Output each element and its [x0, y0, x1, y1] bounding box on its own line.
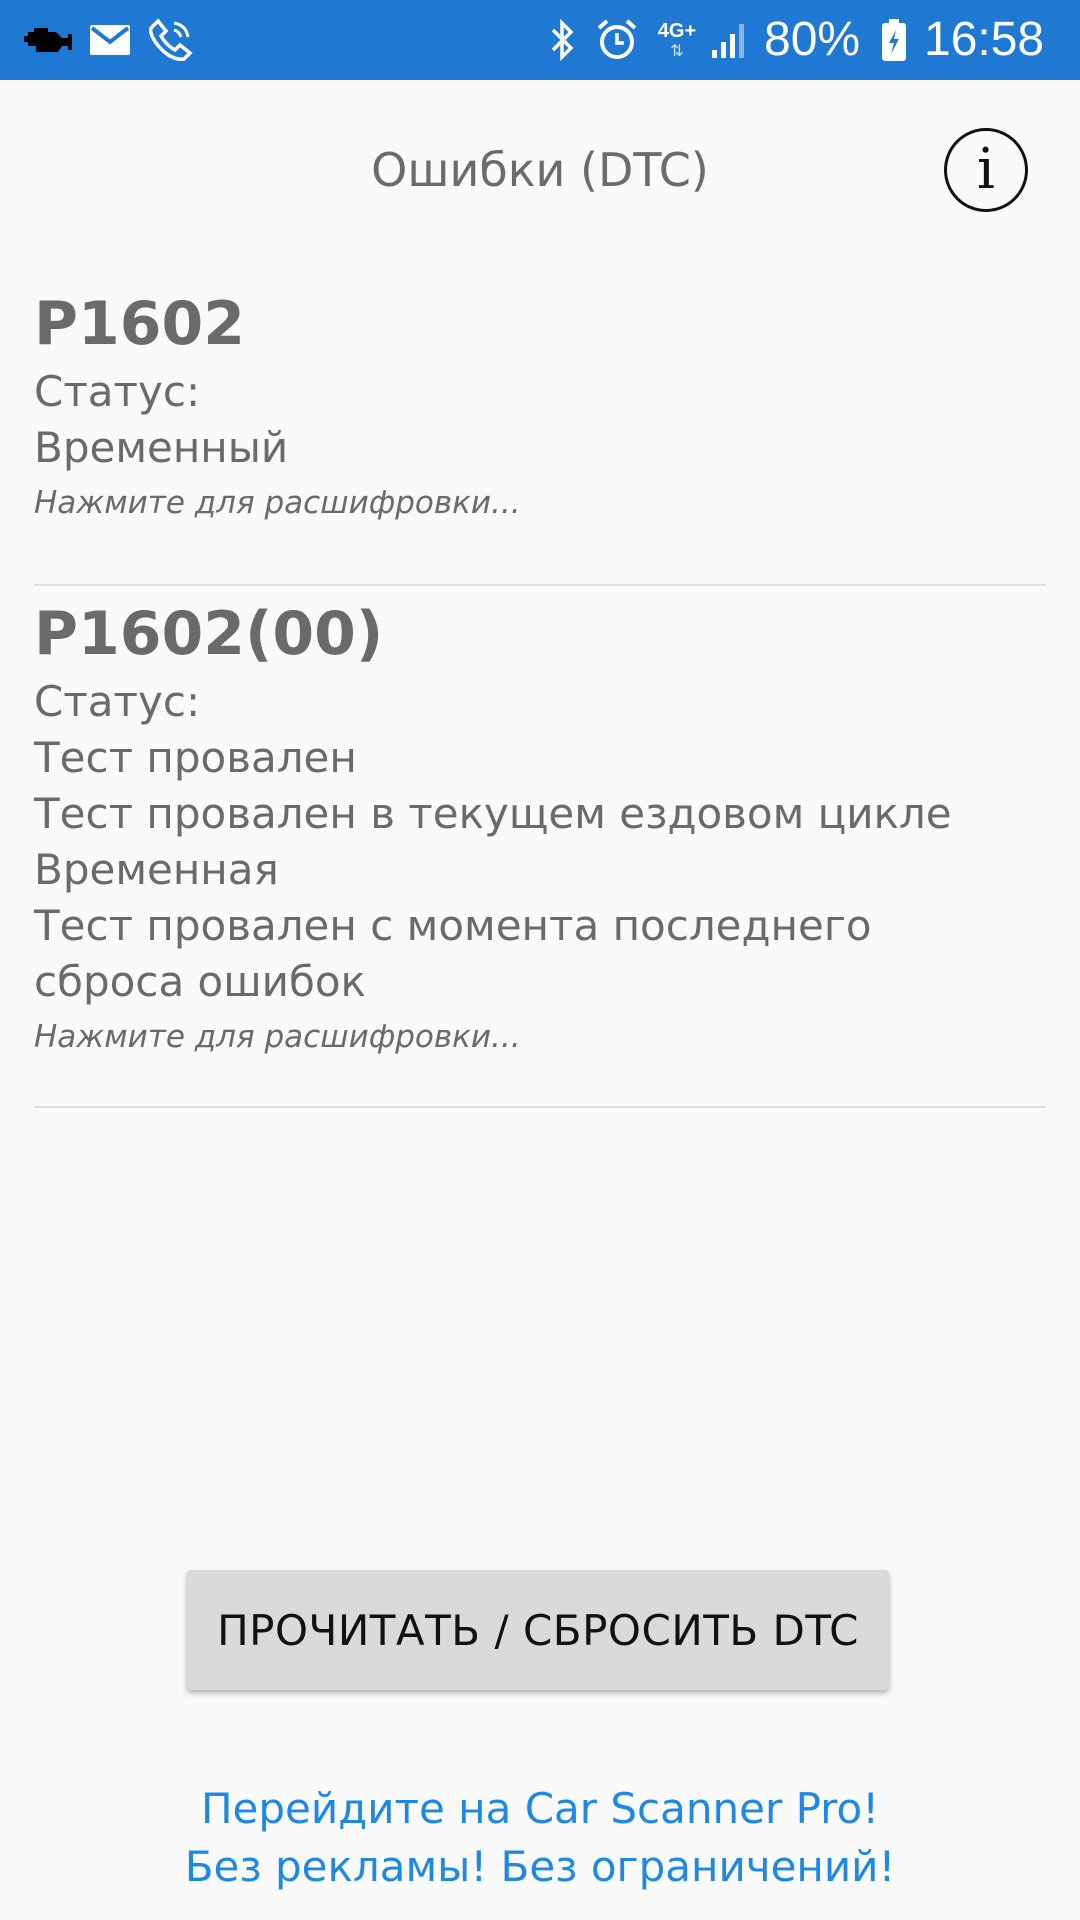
battery-charging-icon — [880, 16, 908, 64]
dtc-status-line: сброса ошибок — [34, 957, 366, 1006]
status-bar: 4G+ ⇅ 80% 16:58 — [0, 0, 1080, 80]
dtc-status-line: Тест провален — [34, 733, 357, 782]
dtc-code: P1602(00) — [34, 599, 384, 669]
info-button[interactable]: i — [944, 128, 1028, 212]
dtc-decode-hint: Нажмите для расшифровки... — [34, 1019, 521, 1055]
page-title: Ошибки (DTC) — [371, 143, 709, 197]
signal-icon — [708, 16, 752, 64]
dtc-list: P1602 Статус: Временный Нажмите для расш… — [34, 284, 1046, 1108]
pro-upgrade-link[interactable]: Перейдите на Car Scanner Pro! Без реклам… — [0, 1780, 1080, 1896]
dtc-status-line: Временный — [34, 423, 289, 472]
network-4g-icon: 4G+ ⇅ — [657, 20, 697, 60]
divider — [34, 1106, 1046, 1108]
battery-percent: 80% — [764, 13, 861, 66]
network-type-label: 4G+ — [657, 20, 697, 42]
alarm-icon — [594, 16, 640, 64]
dtc-status-line: Тест провален в текущем ездовом цикле — [34, 789, 952, 838]
dtc-status-line: Тест провален с момента последнего — [34, 901, 872, 950]
dtc-list-item[interactable]: P1602(00) Статус: Тест провален Тест про… — [34, 586, 1046, 1106]
read-reset-dtc-button[interactable]: ПРОЧИТАТЬ / СБРОСИТЬ DTC — [187, 1570, 889, 1690]
phone-wifi-call-icon — [148, 16, 194, 64]
dtc-decode-hint: Нажмите для расшифровки... — [34, 485, 521, 521]
info-icon: i — [977, 137, 995, 202]
dtc-status-line: Временная — [34, 845, 279, 894]
car-engine-icon — [24, 16, 76, 64]
mail-icon — [88, 16, 132, 64]
dtc-status-label: Статус: — [34, 677, 201, 726]
app-bar: Ошибки (DTC) i — [0, 80, 1080, 264]
dtc-code: P1602 — [34, 289, 245, 359]
promo-line-1: Перейдите на Car Scanner Pro! — [200, 1784, 880, 1833]
bluetooth-icon — [548, 16, 578, 64]
promo-line-2: Без рекламы! Без ограничений! — [184, 1842, 896, 1891]
clock: 16:58 — [924, 13, 1045, 66]
dtc-status-label: Статус: — [34, 367, 201, 416]
dtc-list-item[interactable]: P1602 Статус: Временный Нажмите для расш… — [34, 284, 1046, 584]
